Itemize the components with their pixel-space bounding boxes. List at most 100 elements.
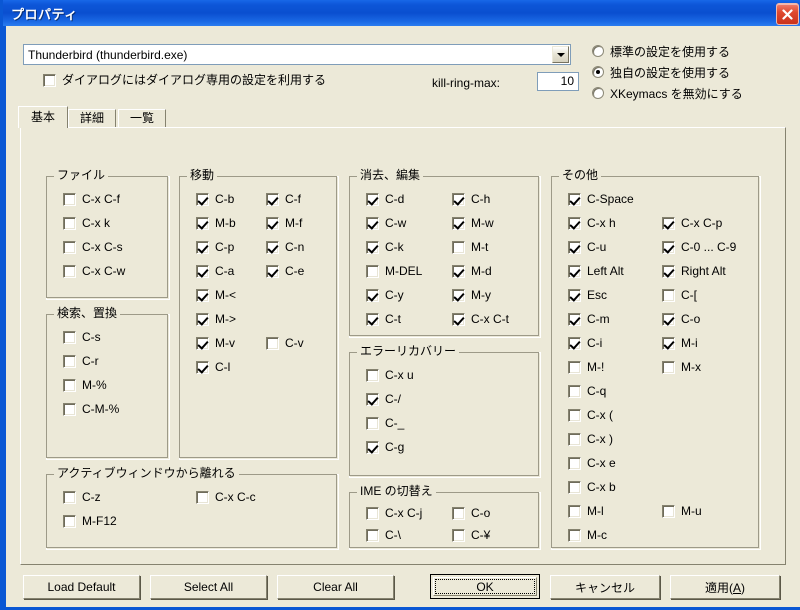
checkbox-c-m-percent[interactable]: C-M-% xyxy=(63,401,119,417)
checkbox-c-x-e[interactable]: C-x e xyxy=(568,455,616,471)
checkbox-c-z[interactable]: C-z xyxy=(63,489,101,505)
checkbox-c-0-c-9[interactable]: C-0 ... C-9 xyxy=(662,239,736,255)
checkbox-c-o[interactable]: C-o xyxy=(662,311,700,327)
group-search-replace-legend: 検索、置換 xyxy=(54,307,121,319)
checkbox-c-o-ime[interactable]: C-o xyxy=(452,505,490,521)
checkbox-c-y[interactable]: C-y xyxy=(366,287,404,303)
radio-label: 独自の設定を使用する xyxy=(610,65,731,80)
checkbox-c-yen[interactable]: C-¥ xyxy=(452,527,490,543)
checkbox-c-i[interactable]: C-i xyxy=(568,335,602,351)
checkbox-c-l[interactable]: C-l xyxy=(196,359,230,375)
checkbox-c-g[interactable]: C-g xyxy=(366,439,404,455)
group-erase-edit-legend: 消去、編集 xyxy=(357,169,424,181)
checkbox-c-underscore[interactable]: C-_ xyxy=(366,415,404,431)
checkbox-c-p[interactable]: C-p xyxy=(196,239,234,255)
checkbox-m-gt[interactable]: M-> xyxy=(196,311,236,327)
checkbox-c-h[interactable]: C-h xyxy=(452,191,490,207)
kill-ring-max-input[interactable]: 10 xyxy=(537,72,579,91)
radio-disable-xkeymacs[interactable]: XKeymacs を無効にする xyxy=(592,84,743,102)
checkbox-c-r[interactable]: C-r xyxy=(63,353,99,369)
checkbox-c-q[interactable]: C-q xyxy=(568,383,606,399)
load-default-button[interactable]: Load Default xyxy=(23,575,140,599)
checkbox-box xyxy=(43,74,56,87)
checkbox-m-w[interactable]: M-w xyxy=(452,215,494,231)
checkbox-c-x-k[interactable]: C-x k xyxy=(63,215,110,231)
clear-all-button[interactable]: Clear All xyxy=(277,575,394,599)
checkbox-c-backslash[interactable]: C-\ xyxy=(366,527,401,543)
checkbox-m-bang[interactable]: M-! xyxy=(568,359,604,375)
checkbox-c-space[interactable]: C-Space xyxy=(568,191,634,207)
group-error-recovery-legend: エラーリカバリー xyxy=(357,345,460,357)
checkbox-m-l[interactable]: M-l xyxy=(568,503,604,519)
checkbox-m-v[interactable]: M-v xyxy=(196,335,235,351)
close-button[interactable] xyxy=(776,3,799,25)
ok-button[interactable]: OK xyxy=(430,574,540,599)
checkbox-c-x-c-s[interactable]: C-x C-s xyxy=(63,239,123,255)
checkbox-c-x-c-f[interactable]: C-x C-f xyxy=(63,191,120,207)
checkbox-c-k[interactable]: C-k xyxy=(366,239,404,255)
radio-indicator xyxy=(592,45,604,57)
checkbox-c-n[interactable]: C-n xyxy=(266,239,304,255)
checkbox-m-percent[interactable]: M-% xyxy=(63,377,107,393)
checkbox-c-d[interactable]: C-d xyxy=(366,191,404,207)
radio-standard-settings[interactable]: 標準の設定を使用する xyxy=(592,42,743,60)
checkbox-c-x-u[interactable]: C-x u xyxy=(366,367,414,383)
radio-label: 標準の設定を使用する xyxy=(610,44,731,59)
group-ime-switch: IME の切替え C-x C-j C-\ C-o C-¥ xyxy=(349,485,541,550)
radio-label: XKeymacs を無効にする xyxy=(610,86,743,101)
radio-custom-settings[interactable]: 独自の設定を使用する xyxy=(592,63,743,81)
checkbox-c-x-b[interactable]: C-x b xyxy=(568,479,616,495)
checkbox-c-e[interactable]: C-e xyxy=(266,263,304,279)
checkbox-c-a[interactable]: C-a xyxy=(196,263,234,279)
checkbox-label: ダイアログにはダイアログ専用の設定を利用する xyxy=(62,73,327,87)
checkbox-c-x-close-paren[interactable]: C-x ) xyxy=(568,431,613,447)
checkbox-m-f12[interactable]: M-F12 xyxy=(63,513,117,529)
checkbox-c-x-h[interactable]: C-x h xyxy=(568,215,616,231)
checkbox-c-x-c-j[interactable]: C-x C-j xyxy=(366,505,422,521)
checkbox-c-slash[interactable]: C-/ xyxy=(366,391,401,407)
checkbox-m-i[interactable]: M-i xyxy=(662,335,698,351)
checkbox-c-open-bracket[interactable]: C-[ xyxy=(662,287,697,303)
checkbox-m-b[interactable]: M-b xyxy=(196,215,236,231)
checkbox-esc[interactable]: Esc xyxy=(568,287,607,303)
tab-list[interactable]: 一覧 xyxy=(118,109,167,128)
group-other: その他 C-Space C-x h C-u Left Alt Esc C-m C… xyxy=(551,169,761,550)
select-all-button[interactable]: Select All xyxy=(150,575,267,599)
checkbox-c-x-open-paren[interactable]: C-x ( xyxy=(568,407,613,423)
apply-button[interactable]: 適用(A) xyxy=(670,575,780,599)
checkbox-c-s[interactable]: C-s xyxy=(63,329,101,345)
close-icon xyxy=(782,8,793,20)
tab-basic[interactable]: 基本 xyxy=(18,106,69,128)
checkbox-c-w[interactable]: C-w xyxy=(366,215,406,231)
checkbox-c-x-c-p[interactable]: C-x C-p xyxy=(662,215,722,231)
checkbox-right-alt[interactable]: Right Alt xyxy=(662,263,726,279)
checkbox-m-x[interactable]: M-x xyxy=(662,359,701,375)
chevron-down-icon[interactable] xyxy=(552,46,569,63)
checkbox-m-f[interactable]: M-f xyxy=(266,215,302,231)
checkbox-c-x-c-t[interactable]: C-x C-t xyxy=(452,311,509,327)
checkbox-c-m[interactable]: C-m xyxy=(568,311,610,327)
checkbox-left-alt[interactable]: Left Alt xyxy=(568,263,624,279)
checkbox-m-lt[interactable]: M-< xyxy=(196,287,236,303)
dialog-specific-settings-checkbox[interactable]: ダイアログにはダイアログ専用の設定を利用する xyxy=(43,74,326,87)
checkbox-c-x-c-c[interactable]: C-x C-c xyxy=(196,489,256,505)
group-other-legend: その他 xyxy=(559,169,602,181)
checkbox-m-t[interactable]: M-t xyxy=(452,239,488,255)
cancel-button[interactable]: キャンセル xyxy=(550,575,660,599)
group-erase-edit: 消去、編集 C-d C-w C-k M-DEL C-y C-t C-h M-w … xyxy=(349,169,541,338)
application-combobox[interactable]: Thunderbird (thunderbird.exe) xyxy=(23,44,571,65)
checkbox-c-x-c-w[interactable]: C-x C-w xyxy=(63,263,125,279)
radio-indicator xyxy=(592,66,604,78)
checkbox-m-u[interactable]: M-u xyxy=(662,503,702,519)
checkbox-c-v[interactable]: C-v xyxy=(266,335,304,351)
checkbox-m-c[interactable]: M-c xyxy=(568,527,607,543)
checkbox-c-b[interactable]: C-b xyxy=(196,191,234,207)
checkbox-c-t[interactable]: C-t xyxy=(366,311,401,327)
checkbox-m-d[interactable]: M-d xyxy=(452,263,492,279)
checkbox-m-del[interactable]: M-DEL xyxy=(366,263,422,279)
tab-detail[interactable]: 詳細 xyxy=(68,109,117,128)
checkbox-c-f[interactable]: C-f xyxy=(266,191,301,207)
checkbox-c-u[interactable]: C-u xyxy=(568,239,606,255)
group-file: ファイル C-x C-f C-x k C-x C-s C-x C-w xyxy=(46,169,170,300)
checkbox-m-y[interactable]: M-y xyxy=(452,287,491,303)
